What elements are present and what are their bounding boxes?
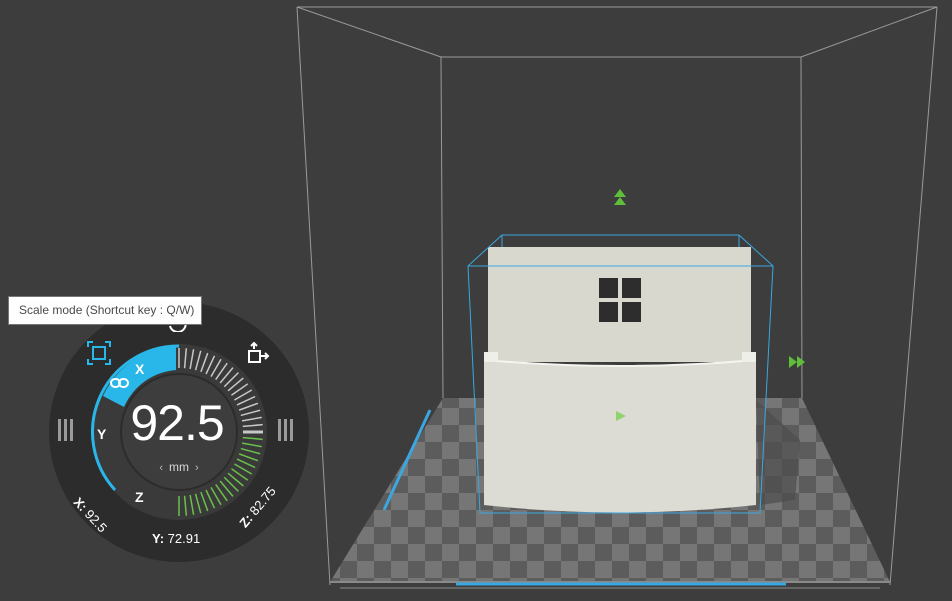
- scale-mode-icon[interactable]: [86, 340, 112, 366]
- unit-selector[interactable]: ‹ mm ›: [144, 460, 214, 475]
- grip-icon[interactable]: [56, 417, 78, 443]
- move-up-arrow-icon[interactable]: [614, 189, 626, 205]
- unit-label: mm: [169, 460, 189, 474]
- axis-y-label[interactable]: Y: [97, 426, 106, 442]
- grip-icon[interactable]: [276, 417, 298, 443]
- model-front-wall[interactable]: [484, 360, 756, 513]
- unit-next-icon[interactable]: ›: [195, 462, 199, 474]
- move-mode-icon[interactable]: [245, 340, 271, 366]
- model-window: [599, 278, 641, 322]
- dimension-y: Y: 72.91: [152, 531, 201, 546]
- scale-value[interactable]: 92.5: [126, 396, 228, 450]
- axis-z-label[interactable]: Z: [135, 489, 144, 505]
- unit-prev-icon[interactable]: ‹: [159, 462, 163, 474]
- scale-dial-widget[interactable]: X Y Z 92.5 ‹ mm › X: 92.5 Y: 72.91 Z: 82.7…: [46, 304, 312, 564]
- tooltip: Scale mode (Shortcut key : Q/W): [8, 296, 202, 325]
- move-right-arrow-icon[interactable]: [789, 356, 805, 368]
- axis-x-label[interactable]: X: [135, 361, 144, 377]
- link-icon[interactable]: [110, 376, 130, 390]
